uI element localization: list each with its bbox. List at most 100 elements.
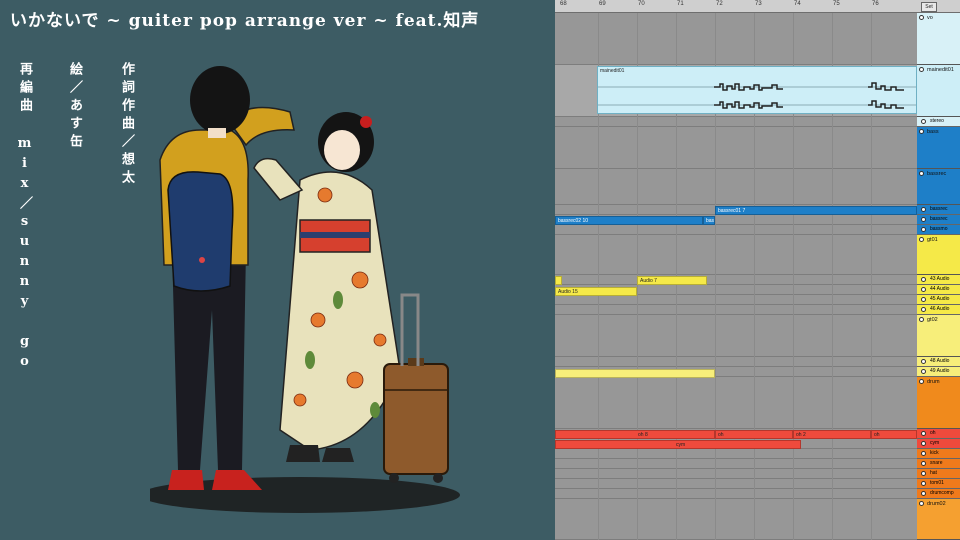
lane-drum02[interactable]: [555, 499, 917, 540]
clip-audio-7[interactable]: Audio 7: [637, 276, 707, 285]
lane-bass[interactable]: [555, 127, 917, 169]
lane-kick[interactable]: [555, 449, 917, 459]
play-icon[interactable]: [921, 119, 926, 124]
fold-icon[interactable]: [919, 15, 924, 20]
track-header-drumcomp[interactable]: drumcomp: [917, 489, 960, 499]
play-icon[interactable]: [921, 481, 926, 486]
ruler-bar-71: 71: [677, 1, 684, 7]
clip-oh[interactable]: oh: [715, 430, 793, 439]
play-icon[interactable]: [921, 359, 926, 364]
track-header-oh[interactable]: oh: [917, 429, 960, 439]
track-header-48-audio[interactable]: 48 Audio: [917, 357, 960, 367]
track-name: snare: [930, 460, 943, 466]
lane-hat[interactable]: [555, 469, 917, 479]
play-icon[interactable]: [921, 227, 926, 232]
track-header-bassrec[interactable]: bassrec: [917, 169, 960, 205]
play-icon[interactable]: [921, 491, 926, 496]
play-icon[interactable]: [921, 287, 926, 292]
lane-45[interactable]: [555, 295, 917, 305]
lane-48[interactable]: [555, 357, 917, 367]
song-title: いかないで ~ guiter pop arrange ver ~ feat.知声: [10, 11, 480, 31]
track-header-kick[interactable]: kick: [917, 449, 960, 459]
play-icon[interactable]: [921, 207, 926, 212]
play-icon[interactable]: [921, 451, 926, 456]
lane-vo[interactable]: [555, 13, 917, 65]
track-header-vo[interactable]: vo: [917, 13, 960, 65]
track-header-gt02[interactable]: gt02: [917, 315, 960, 357]
clip-audio-small[interactable]: [555, 276, 562, 285]
track-headers: vo mainedit01 stereo bass bassrec bassre…: [917, 13, 960, 540]
track-header-bassrec-a[interactable]: bassrec: [917, 205, 960, 215]
clip-oh-end[interactable]: oh: [871, 430, 917, 439]
play-icon[interactable]: [921, 297, 926, 302]
play-icon[interactable]: [921, 277, 926, 282]
clip-bassrec02-10[interactable]: bassrec02 10: [555, 216, 703, 225]
track-header-44-audio[interactable]: 44 Audio: [917, 285, 960, 295]
fold-icon[interactable]: [919, 129, 924, 134]
track-header-46-audio[interactable]: 46 Audio: [917, 305, 960, 315]
clip-oh-2[interactable]: oh 2: [793, 430, 871, 439]
track-name: gt01: [927, 237, 938, 243]
clip-bas[interactable]: bas: [703, 216, 715, 225]
track-name: hat: [930, 470, 937, 476]
lane-gt01[interactable]: [555, 235, 917, 275]
play-icon[interactable]: [921, 217, 926, 222]
track-header-hat[interactable]: hat: [917, 469, 960, 479]
track-header-mainedit[interactable]: mainedit01: [917, 65, 960, 117]
track-header-43-audio[interactable]: 43 Audio: [917, 275, 960, 285]
fold-icon[interactable]: [919, 501, 924, 506]
play-icon[interactable]: [921, 461, 926, 466]
ruler-bar-69: 69: [599, 1, 606, 7]
track-header-bassmo[interactable]: bassmo: [917, 225, 960, 235]
track-header-snare[interactable]: snare: [917, 459, 960, 469]
track-name: mainedit01: [927, 67, 954, 73]
ruler-bar-72: 72: [716, 1, 723, 7]
play-icon[interactable]: [921, 431, 926, 436]
fold-icon[interactable]: [919, 379, 924, 384]
track-header-49-audio[interactable]: 49 Audio: [917, 367, 960, 377]
ruler-bar-73: 73: [755, 1, 762, 7]
set-button[interactable]: Set: [921, 2, 937, 12]
track-header-45-audio[interactable]: 45 Audio: [917, 295, 960, 305]
lane-drum[interactable]: [555, 377, 917, 429]
lane-bassmo[interactable]: [555, 225, 917, 235]
ruler-bar-74: 74: [794, 1, 801, 7]
clip-audio-15[interactable]: Audio 15: [555, 287, 637, 296]
play-icon[interactable]: [921, 307, 926, 312]
lane-bassrec[interactable]: [555, 169, 917, 205]
clip-mainedit01[interactable]: mainedit01: [597, 66, 917, 114]
lane-43[interactable]: [555, 275, 917, 285]
fold-icon[interactable]: [919, 67, 924, 72]
track-header-gt01[interactable]: gt01: [917, 235, 960, 275]
ruler-bar-70: 70: [638, 1, 645, 7]
timeline-ruler[interactable]: 68 69 70 71 72 73 74 75 76 Set: [555, 0, 960, 13]
track-header-drum[interactable]: drum: [917, 377, 960, 429]
lane-gt02[interactable]: [555, 315, 917, 357]
fold-icon[interactable]: [919, 317, 924, 322]
fold-icon[interactable]: [919, 171, 924, 176]
track-name: bassmo: [930, 226, 948, 232]
clip-cym[interactable]: cym: [555, 440, 801, 449]
track-header-drum02[interactable]: drum02: [917, 499, 960, 540]
track-header-tom01[interactable]: tom01: [917, 479, 960, 489]
play-icon[interactable]: [921, 471, 926, 476]
play-icon[interactable]: [921, 369, 926, 374]
lane-drumcomp[interactable]: [555, 489, 917, 499]
track-header-stereo[interactable]: stereo: [917, 117, 960, 127]
couple-illustration: [150, 66, 460, 513]
clip-bassrec01-7[interactable]: bassrec01 7: [715, 206, 917, 215]
clip-oh-8[interactable]: oh 8: [555, 430, 715, 439]
track-header-bass[interactable]: bass: [917, 127, 960, 169]
lane-46[interactable]: [555, 305, 917, 315]
fold-icon[interactable]: [919, 237, 924, 242]
lane-stereo[interactable]: [555, 117, 917, 127]
track-name: 46 Audio: [930, 306, 950, 312]
track-header-cym[interactable]: cym: [917, 439, 960, 449]
lane-tom01[interactable]: [555, 479, 917, 489]
clip-gt02-audio[interactable]: [555, 369, 715, 378]
lane-snare[interactable]: [555, 459, 917, 469]
track-name: 49 Audio: [930, 368, 950, 374]
play-icon[interactable]: [921, 441, 926, 446]
track-header-bassrec-b[interactable]: bassrec: [917, 215, 960, 225]
arrangement-lanes[interactable]: mainedit01 bassrec02 10 bas bassrec01 7 …: [555, 13, 917, 540]
